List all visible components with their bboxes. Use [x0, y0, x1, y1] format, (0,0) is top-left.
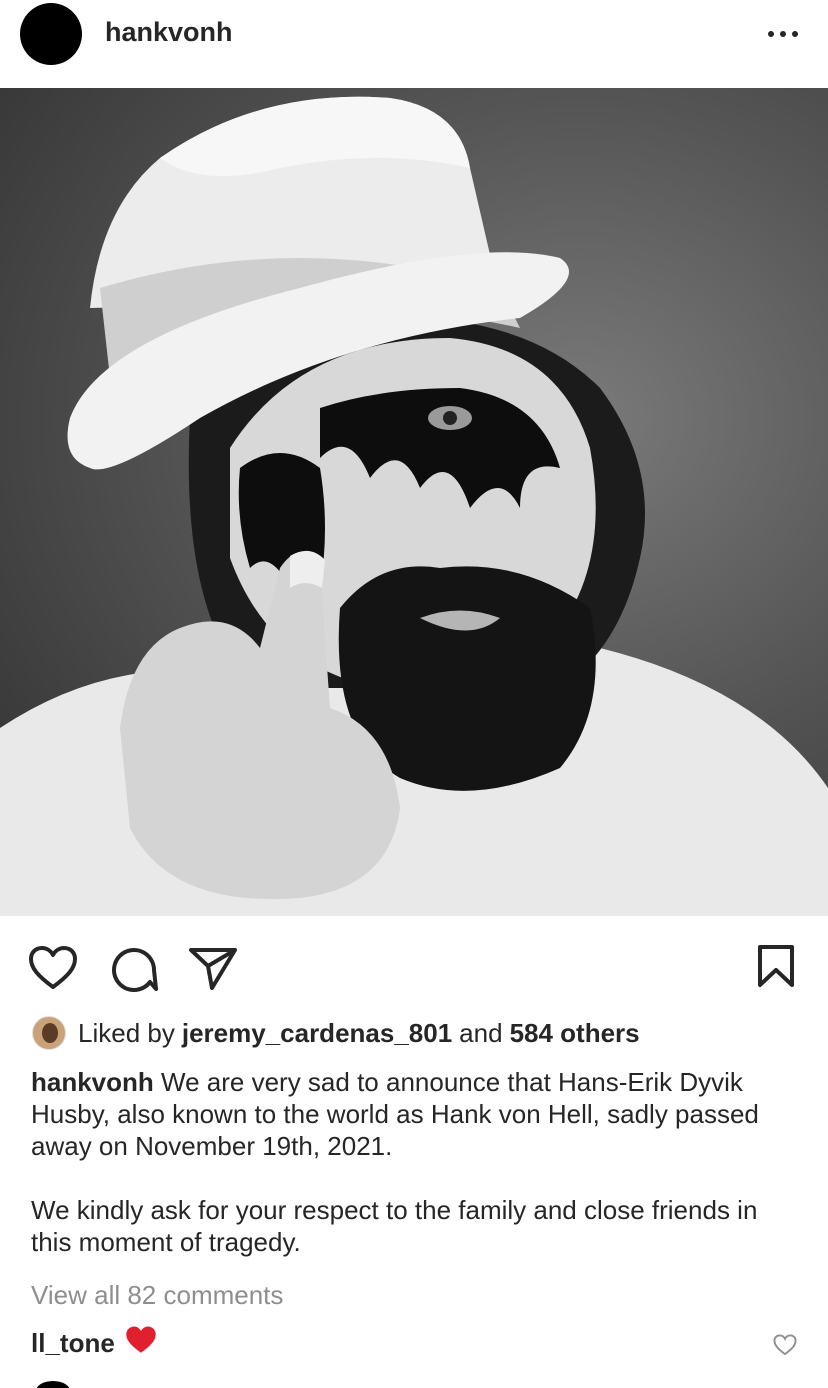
like-button[interactable]: [28, 946, 78, 990]
likes-prefix: Liked by: [78, 1017, 175, 1048]
caption-text-2: We kindly ask for your respect to the fa…: [31, 1195, 758, 1257]
avatar[interactable]: [20, 3, 82, 65]
comment-like-button[interactable]: [773, 1332, 797, 1363]
share-button[interactable]: [188, 946, 238, 990]
comment-button[interactable]: [110, 946, 158, 992]
view-all-comments-link[interactable]: View all 82 comments: [31, 1280, 283, 1311]
post-photo[interactable]: [0, 88, 828, 916]
likes-summary[interactable]: Liked by jeremy_cardenas_801 and 584 oth…: [32, 1014, 647, 1052]
liker-username[interactable]: jeremy_cardenas_801: [182, 1018, 452, 1049]
red-heart-icon: [125, 1325, 157, 1362]
likes-others-count[interactable]: 584 others: [510, 1018, 640, 1049]
more-options-button[interactable]: [760, 22, 806, 46]
more-horizontal-icon: [768, 31, 774, 37]
comment-row: ll_tone: [31, 1323, 811, 1363]
save-button[interactable]: [756, 944, 796, 988]
portrait-illustration: [0, 96, 828, 916]
heart-outline-icon: [773, 1334, 797, 1356]
post-username[interactable]: hankvonh: [105, 17, 233, 48]
comment-bubble-icon: [112, 948, 158, 992]
post-caption: hankvonh We are very sad to announce tha…: [31, 1066, 801, 1258]
caption-username[interactable]: hankvonh: [31, 1067, 154, 1097]
paper-plane-icon: [189, 948, 237, 990]
heart-outline-icon: [29, 946, 77, 989]
more-dot: [780, 31, 786, 37]
post-action-bar: [0, 930, 828, 1000]
next-comment-avatar: [36, 1381, 70, 1388]
more-dot: [792, 31, 798, 37]
bookmark-icon: [758, 945, 794, 987]
liker-avatar: [32, 1016, 66, 1050]
comment-username[interactable]: ll_tone: [31, 1328, 115, 1359]
likes-conjunction: and: [459, 1017, 503, 1048]
post-header: hankvonh: [0, 0, 828, 88]
